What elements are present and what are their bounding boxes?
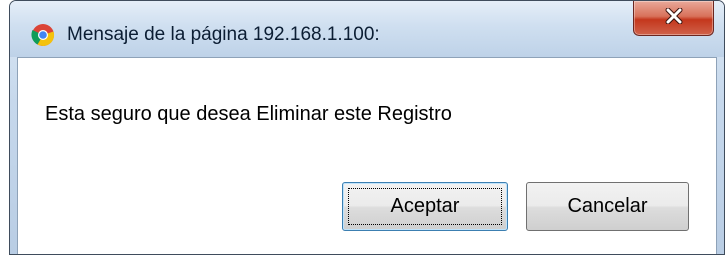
close-icon: [664, 7, 684, 29]
confirm-dialog-window: Mensaje de la página 192.168.1.100: Esta…: [9, 0, 725, 255]
dialog-message: Esta seguro que desea Eliminar este Regi…: [45, 103, 452, 125]
titlebar: Mensaje de la página 192.168.1.100:: [10, 1, 724, 57]
chrome-icon: [31, 23, 55, 47]
accept-button[interactable]: Aceptar: [342, 182, 508, 231]
focus-ring: [348, 188, 502, 225]
dialog-body: Esta seguro que desea Eliminar este Regi…: [17, 57, 717, 254]
close-button[interactable]: [633, 1, 714, 36]
cancel-button[interactable]: Cancelar: [526, 182, 689, 231]
cancel-button-label: Cancelar: [567, 195, 648, 217]
dialog-title: Mensaje de la página 192.168.1.100:: [67, 24, 380, 45]
button-row: Aceptar Cancelar: [18, 158, 716, 254]
